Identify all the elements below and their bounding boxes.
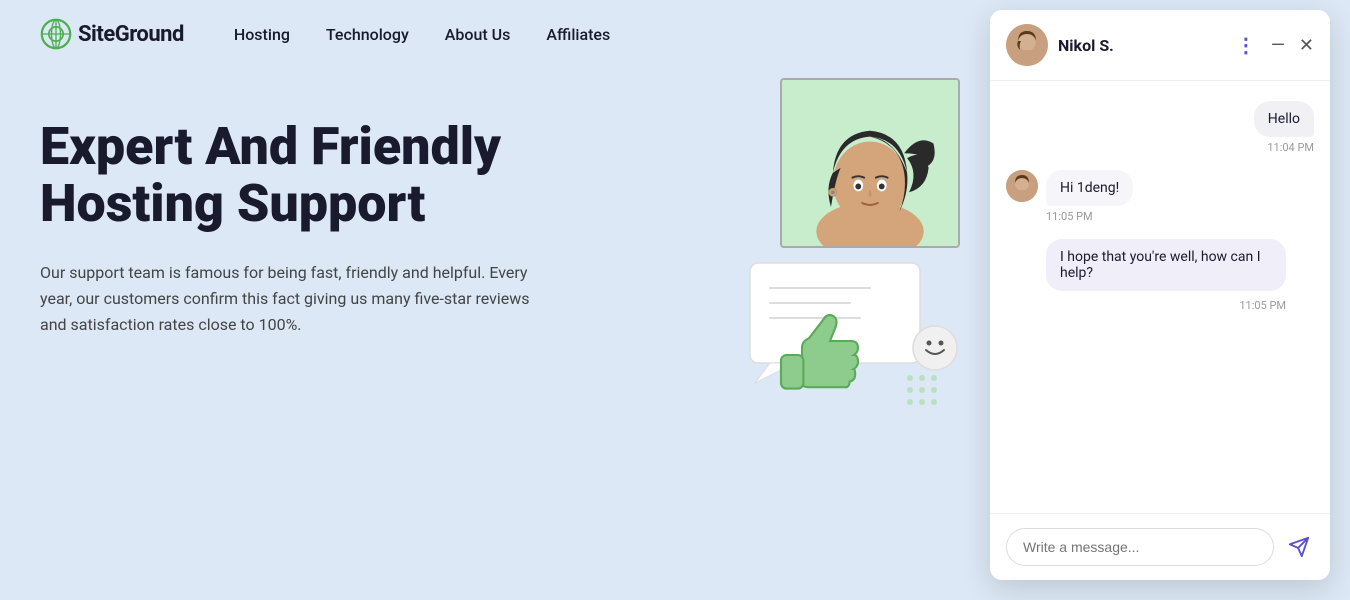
logo-icon xyxy=(40,18,72,50)
hero-title: Expert And Friendly Hosting Support xyxy=(40,118,620,232)
hero-illustration xyxy=(740,78,1000,418)
logo-text: SiteGround xyxy=(78,22,184,47)
nav-item-about[interactable]: About Us xyxy=(445,25,511,44)
message-2-content: Hi 1deng! 11:05 PM xyxy=(1046,170,1133,223)
logo[interactable]: SiteGround xyxy=(40,18,184,50)
message-3: I hope that you're well, how can I help?… xyxy=(1006,239,1314,312)
minimize-icon[interactable]: — xyxy=(1271,35,1285,56)
thumbs-illustration xyxy=(740,258,960,418)
nav-item-technology[interactable]: Technology xyxy=(326,25,409,44)
send-icon xyxy=(1288,536,1310,558)
chat-message-input[interactable] xyxy=(1006,528,1274,566)
chat-messages: Hello 11:04 PM Hi 1deng! 11:05 PM xyxy=(990,81,1330,513)
more-icon[interactable]: ⋮ xyxy=(1236,33,1257,57)
chat-input-area xyxy=(990,513,1330,580)
nav-item-affiliates[interactable]: Affiliates xyxy=(546,25,610,44)
message-1-time: 11:04 PM xyxy=(1267,141,1314,154)
close-icon[interactable]: ✕ xyxy=(1299,35,1314,56)
message-1: Hello 11:04 PM xyxy=(1006,101,1314,154)
chat-header-actions: ⋮ — ✕ xyxy=(1236,33,1314,57)
agent-avatar-small xyxy=(1006,170,1038,202)
chat-header: Nikol S. ⋮ — ✕ xyxy=(990,10,1330,81)
message-3-time: 11:05 PM xyxy=(1046,299,1286,312)
hero-description: Our support team is famous for being fas… xyxy=(40,260,540,337)
message-2-time: 11:05 PM xyxy=(1046,210,1133,223)
chat-widget: Nikol S. ⋮ — ✕ Hello 11:04 PM Hi xyxy=(990,10,1330,580)
message-1-bubble: Hello xyxy=(1254,101,1314,137)
portrait-illustration xyxy=(780,78,960,248)
hero-text-block: Expert And Friendly Hosting Support Our … xyxy=(40,108,620,337)
message-2: Hi 1deng! 11:05 PM xyxy=(1006,170,1314,223)
main-nav: Hosting Technology About Us Affiliates xyxy=(234,25,610,44)
agent-name: Nikol S. xyxy=(1058,36,1226,55)
message-2-bubble: Hi 1deng! xyxy=(1046,170,1133,206)
agent-avatar xyxy=(1006,24,1048,66)
nav-item-hosting[interactable]: Hosting xyxy=(234,25,290,44)
chat-send-button[interactable] xyxy=(1284,532,1314,562)
message-3-content: I hope that you're well, how can I help?… xyxy=(1046,239,1286,312)
message-3-bubble: I hope that you're well, how can I help? xyxy=(1046,239,1286,291)
